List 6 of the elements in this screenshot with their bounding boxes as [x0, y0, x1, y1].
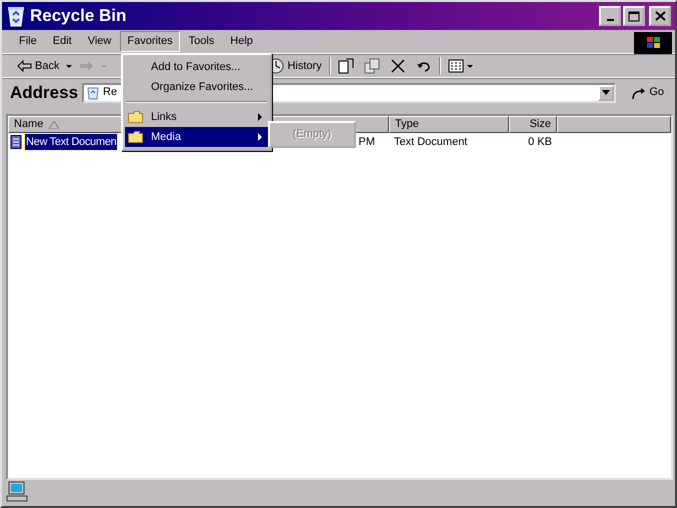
- table-cell-text: 0 KB: [527, 134, 553, 150]
- address-label: Address: [10, 82, 78, 104]
- address-value: Re: [103, 85, 118, 100]
- table-cell-text: Text Document: [393, 134, 468, 150]
- table-cell-text: PM: [358, 134, 376, 150]
- window-title: Recycle Bin: [30, 5, 126, 28]
